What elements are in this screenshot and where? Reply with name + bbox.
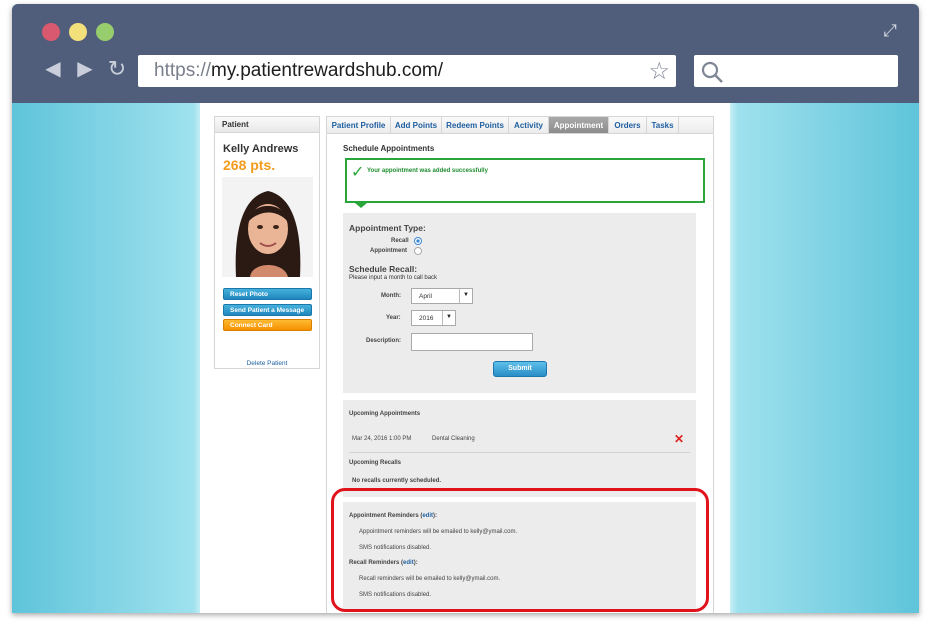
month-select[interactable]: April ▼: [411, 288, 473, 304]
tab-activity[interactable]: Activity: [509, 117, 549, 133]
schedule-title: Schedule Appointments: [343, 144, 435, 153]
reset-photo-button[interactable]: Reset Photo: [223, 288, 312, 300]
description-input[interactable]: [411, 333, 533, 351]
url-host: my.patientrewardshub.com/: [211, 60, 444, 81]
appointment-form: Appointment Type: Recall Appointment Sch…: [343, 213, 696, 393]
success-alert: ✓ Your appointment was added successfull…: [345, 158, 705, 203]
schedule-recall-label: Schedule Recall:: [349, 264, 418, 274]
year-value: 2016: [419, 315, 434, 322]
upcoming-box: Upcoming Appointments Mar 24, 2016 1:00 …: [343, 400, 696, 497]
url-scheme: https://: [154, 60, 212, 81]
tab-appointment[interactable]: Appointment: [549, 117, 609, 133]
address-bar[interactable]: https://my.patientrewardshub.com/ ☆: [138, 55, 676, 87]
patient-panel-header: Patient: [215, 117, 319, 133]
upcoming-recalls-title: Upcoming Recalls: [349, 460, 402, 466]
reload-icon[interactable]: ↻: [106, 56, 128, 82]
success-message: Your appointment was added successfully: [367, 168, 488, 174]
appointment-date: Mar 24, 2016 1:00 PM: [352, 436, 412, 442]
tab-bar: Patient Profile Add Points Redeem Points…: [327, 117, 713, 134]
recall-option-label: Recall: [391, 238, 409, 244]
close-window-button[interactable]: [42, 23, 60, 41]
patient-panel: Patient Kelly Andrews 268 pts. Reset Pho…: [214, 116, 320, 369]
recall-hint: Please input a month to call back: [349, 275, 438, 281]
patient-points: 268 pts.: [223, 157, 276, 173]
patient-photo-icon: [222, 177, 313, 277]
reminders-highlight-outline: [331, 488, 709, 612]
chevron-down-icon: ▼: [442, 311, 455, 325]
chevron-down-icon: ▼: [459, 289, 472, 303]
month-label: Month:: [381, 293, 401, 299]
forward-arrow-icon[interactable]: ▶: [74, 56, 96, 82]
tab-redeem-points[interactable]: Redeem Points: [442, 117, 509, 133]
back-arrow-icon[interactable]: ◀: [42, 56, 64, 82]
tab-patient-profile[interactable]: Patient Profile: [327, 117, 391, 133]
tab-add-points[interactable]: Add Points: [391, 117, 442, 133]
check-icon: ✓: [351, 164, 365, 181]
tab-orders[interactable]: Orders: [609, 117, 647, 133]
recalls-empty-message: No recalls currently scheduled.: [352, 478, 442, 484]
expand-icon[interactable]: ⤢: [881, 22, 899, 40]
url-text: https://my.patientrewardshub.com/: [154, 60, 443, 82]
tab-tasks[interactable]: Tasks: [647, 117, 679, 133]
send-message-button[interactable]: Send Patient a Message: [223, 304, 312, 316]
appointment-type-label: Appointment Type:: [349, 223, 426, 233]
upcoming-appointments-title: Upcoming Appointments: [349, 411, 421, 417]
year-label: Year:: [386, 315, 401, 321]
divider: [349, 452, 690, 453]
patient-name: Kelly Andrews: [223, 143, 299, 155]
description-label: Description:: [366, 338, 402, 344]
browser-search-input[interactable]: [694, 55, 898, 87]
appointment-radio[interactable]: [414, 247, 422, 255]
month-value: April: [419, 293, 433, 300]
bookmark-star-icon[interactable]: ☆: [648, 57, 670, 86]
patient-avatar: [222, 177, 313, 277]
search-icon: [701, 61, 723, 83]
submit-button[interactable]: Submit: [493, 361, 547, 377]
appointment-option-label: Appointment: [370, 248, 407, 254]
year-select[interactable]: 2016 ▼: [411, 310, 456, 326]
remove-appointment-icon[interactable]: ✕: [674, 433, 684, 445]
recall-radio[interactable]: [414, 237, 422, 245]
connect-card-button[interactable]: Connect Card: [223, 319, 312, 331]
maximize-window-button[interactable]: [96, 23, 114, 41]
browser-chrome: ⤢ ◀ ▶ ↻ https://my.patientrewardshub.com…: [12, 4, 919, 103]
alert-pointer: [355, 203, 367, 208]
minimize-window-button[interactable]: [69, 23, 87, 41]
delete-patient-link[interactable]: Delete Patient: [215, 360, 319, 367]
appointment-description: Dental Cleaning: [432, 436, 475, 442]
